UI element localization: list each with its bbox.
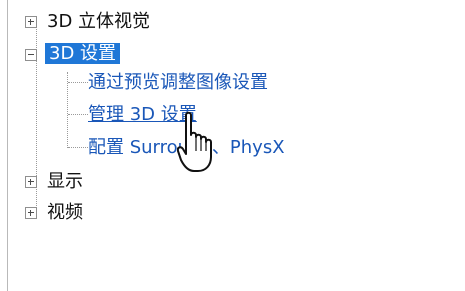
- tree-item-adjust-image-preview[interactable]: 通过预览调整图像设置: [88, 71, 268, 95]
- expand-icon[interactable]: [25, 207, 37, 219]
- expand-icon[interactable]: [25, 176, 37, 188]
- tree-item-label: 显示: [47, 171, 83, 192]
- tree-item-3d-settings[interactable]: 3D 设置: [45, 42, 121, 66]
- tree-connector-line: [68, 147, 88, 148]
- tree-panel: 3D 立体视觉 3D 设置 通过预览调整图像设置 管理 3D 设置 配置 Sur…: [7, 0, 465, 291]
- tree-item-label: 3D 设置: [45, 43, 121, 64]
- tree-item-label: 通过预览调整图像设置: [88, 72, 268, 93]
- tree-item-label: 3D 立体视觉: [47, 11, 151, 32]
- tree-item-3d-stereo[interactable]: 3D 立体视觉: [47, 10, 150, 34]
- tree-connector-line: [68, 82, 88, 83]
- tree-item-label: 视频: [47, 202, 83, 223]
- tree-connector-line: [68, 114, 88, 115]
- hand-pointer-icon: [177, 111, 212, 172]
- tree-item-video[interactable]: 视频: [47, 201, 83, 225]
- expand-icon[interactable]: [25, 16, 37, 28]
- collapse-icon[interactable]: [25, 49, 37, 61]
- tree-item-display[interactable]: 显示: [47, 170, 83, 194]
- tree-connector-line: [67, 72, 68, 148]
